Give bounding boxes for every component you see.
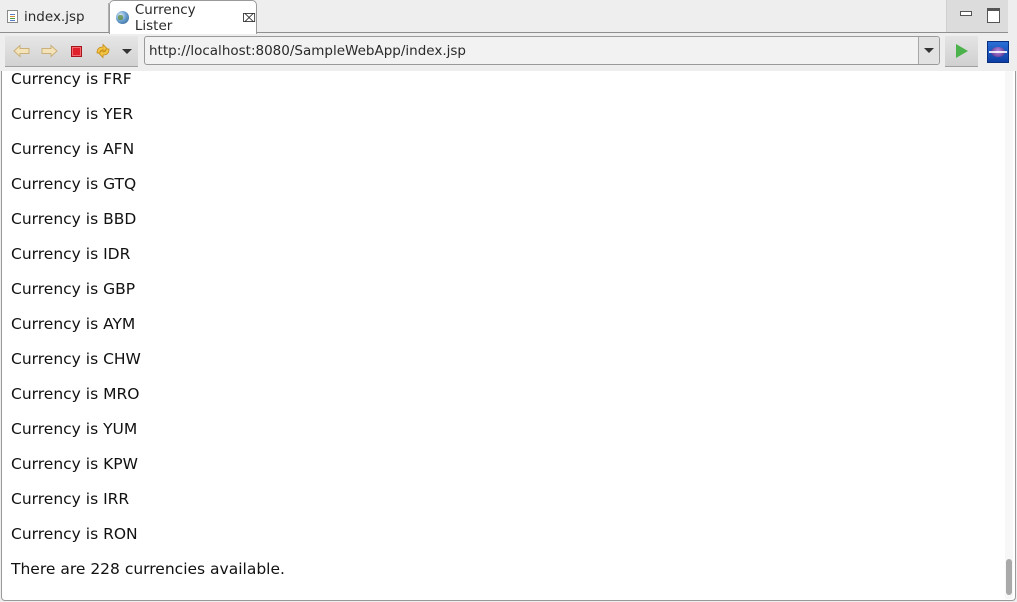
web-page: Currency is FRF Currency is YER Currency…	[11, 71, 285, 587]
eclipse-browser-window: index.jsp Currency Lister ⌧ http://local…	[0, 0, 1017, 602]
scrollbar-thumb[interactable]	[1006, 559, 1012, 595]
currency-line: Currency is BBD	[11, 210, 137, 228]
currency-line: Currency is MRO	[11, 385, 140, 403]
currency-line: Currency is AFN	[11, 140, 135, 158]
currency-line: Currency is YUM	[11, 420, 138, 438]
window-controls	[946, 0, 1008, 32]
browser-content: Currency is FRF Currency is YER Currency…	[1, 71, 1016, 601]
back-arrow-icon[interactable]	[13, 42, 31, 60]
tab-label: index.jsp	[24, 8, 85, 25]
currency-line: Currency is YER	[11, 105, 134, 123]
stop-icon[interactable]	[67, 42, 85, 60]
file-icon	[7, 10, 18, 23]
forward-arrow-icon[interactable]	[40, 42, 58, 60]
currency-summary: There are 228 currencies available.	[11, 560, 285, 578]
globe-icon	[116, 11, 129, 24]
currency-line: Currency is RON	[11, 525, 138, 543]
tab-currency-lister[interactable]: Currency Lister ⌧	[109, 0, 257, 34]
close-icon[interactable]: ⌧	[242, 12, 256, 24]
go-button[interactable]	[945, 36, 978, 67]
maximize-icon[interactable]	[987, 8, 1001, 23]
tab-label: Currency Lister	[134, 1, 196, 34]
refresh-icon[interactable]	[94, 42, 112, 60]
currency-line: Currency is IRR	[11, 490, 130, 508]
currency-line: Currency is AYM	[11, 315, 136, 333]
currency-line: Currency is FRF	[11, 71, 132, 88]
editor-tab-strip: index.jsp Currency Lister ⌧	[0, 0, 1017, 34]
minimize-icon[interactable]	[959, 8, 973, 20]
eclipse-orb-icon	[989, 47, 1007, 57]
currency-line: Currency is CHW	[11, 350, 141, 368]
url-bar	[144, 36, 940, 65]
chevron-down-icon	[924, 48, 934, 53]
play-icon	[955, 44, 968, 58]
navigation-buttons	[5, 36, 138, 67]
currency-line: Currency is IDR	[11, 245, 131, 263]
vertical-scrollbar[interactable]	[1005, 71, 1013, 599]
currency-line: Currency is GBP	[11, 280, 136, 298]
currency-line: Currency is KPW	[11, 455, 138, 473]
tab-index-jsp[interactable]: index.jsp	[0, 0, 110, 33]
eclipse-icon[interactable]	[987, 41, 1009, 63]
url-history-dropdown[interactable]	[918, 37, 939, 64]
currency-line: Currency is GTQ	[11, 175, 137, 193]
chevron-down-icon[interactable]	[118, 42, 136, 60]
url-input[interactable]	[145, 37, 918, 64]
browser-toolbar	[0, 33, 1017, 71]
